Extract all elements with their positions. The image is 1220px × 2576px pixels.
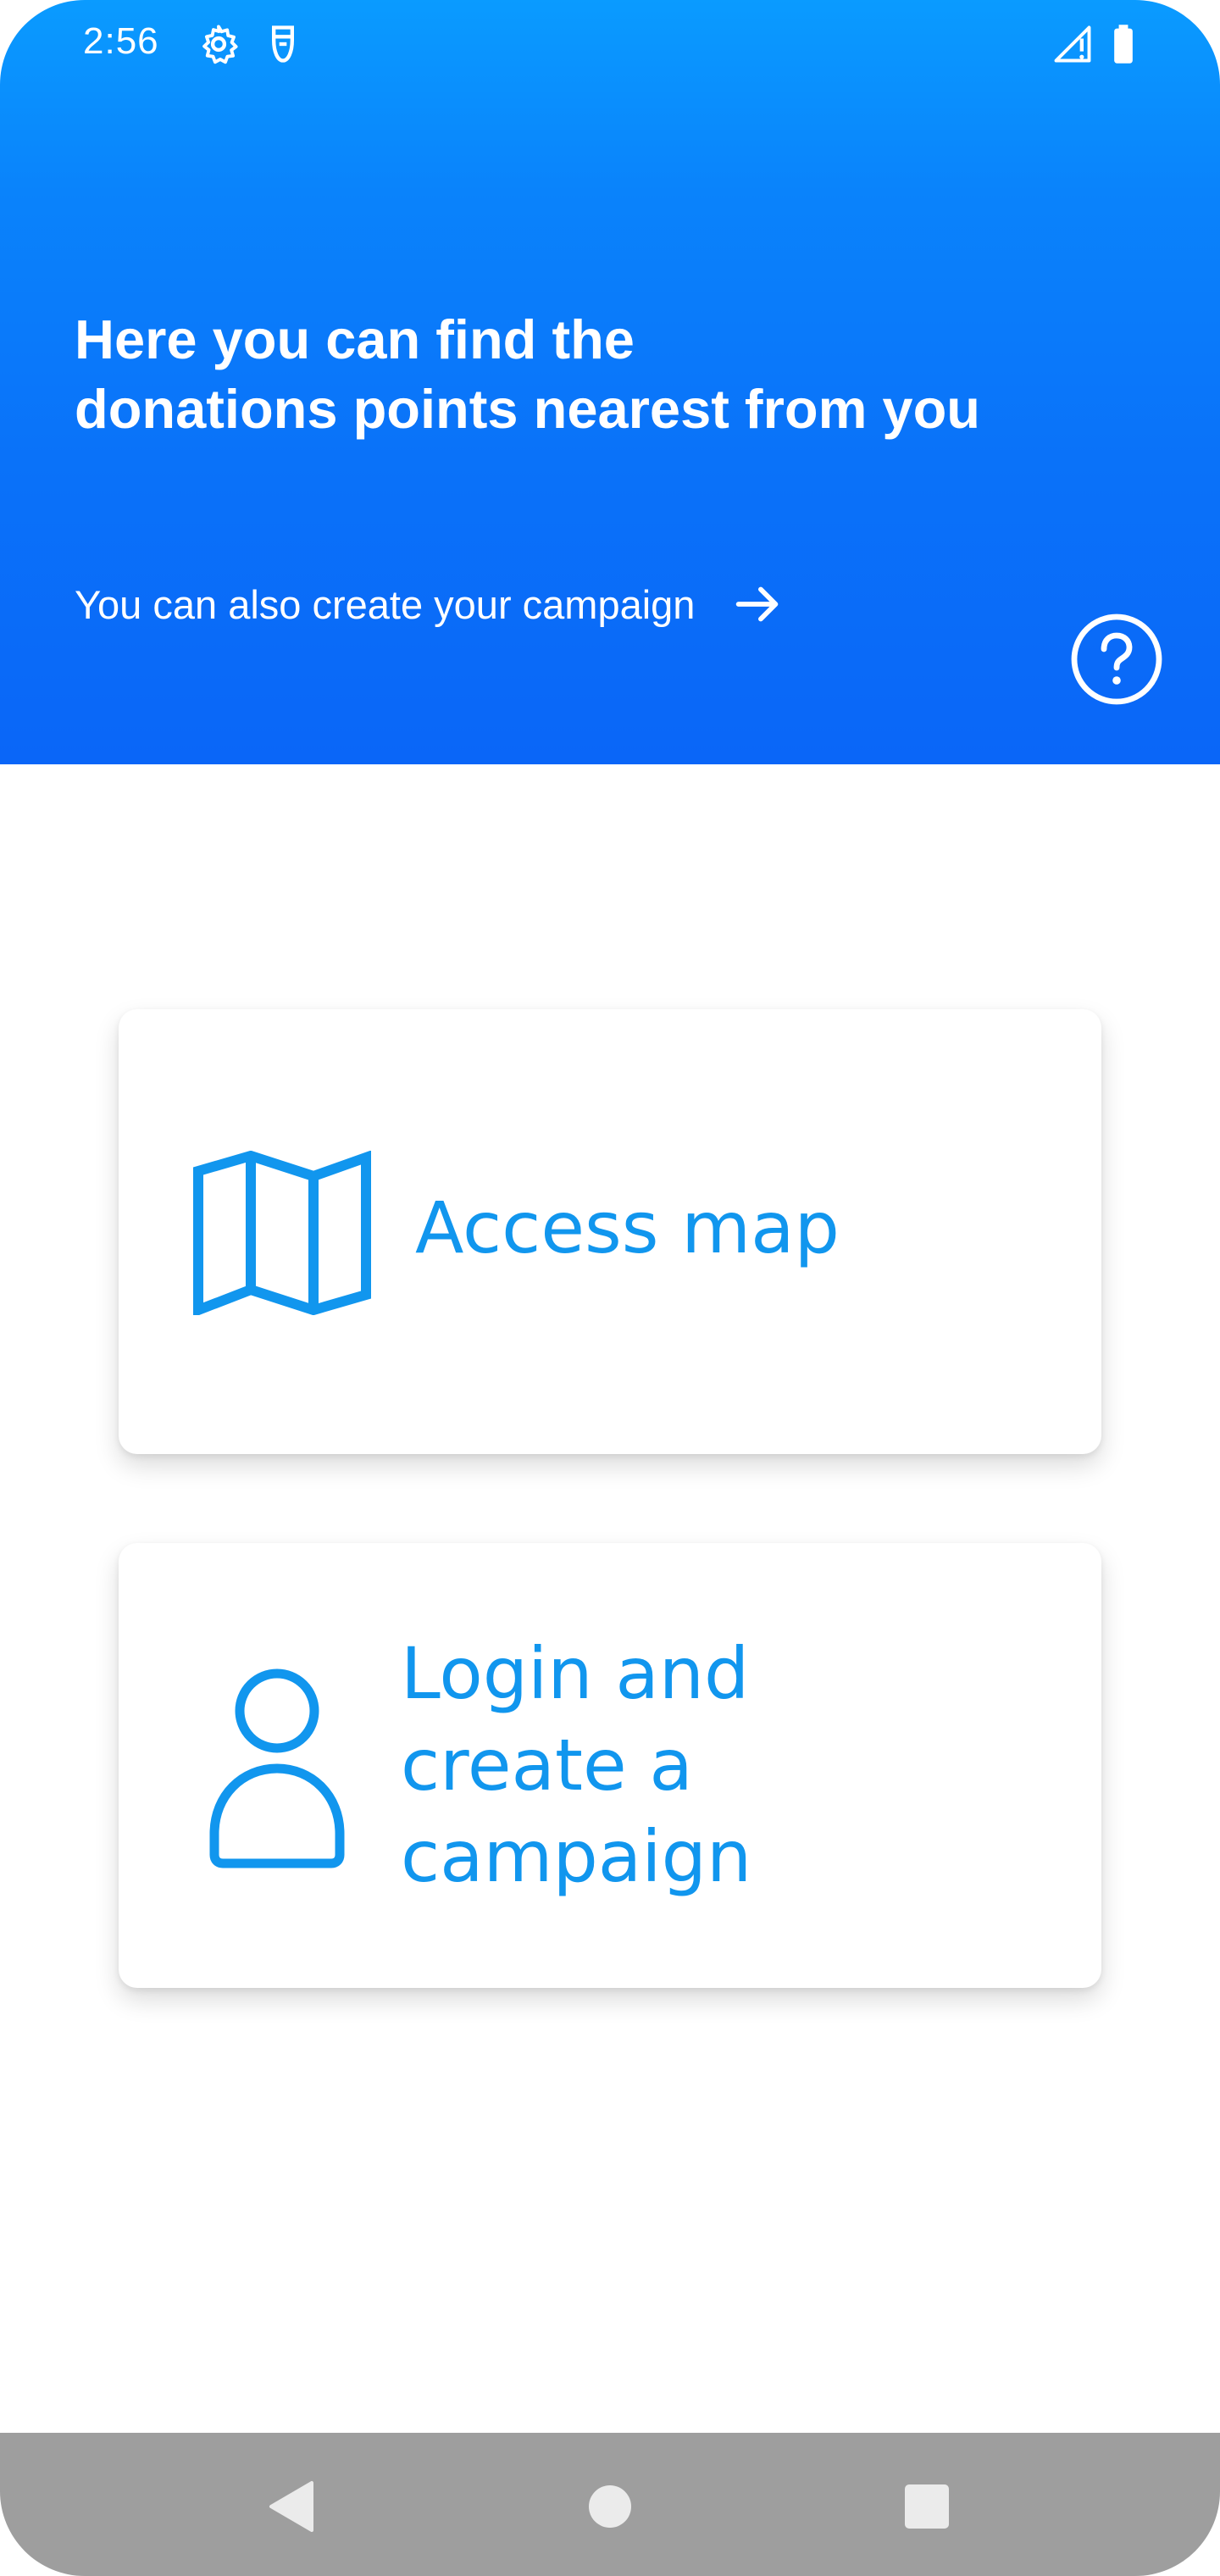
hero-title-line-1: Here you can find the: [75, 308, 635, 370]
sim-card-icon: [272, 25, 294, 63]
hero-title-line-2: donations points nearest from you: [75, 378, 980, 440]
home-circle-icon: [589, 2485, 631, 2528]
map-icon: [193, 1151, 371, 1315]
app-screen: 2:56 Here you can find the donations poi…: [0, 0, 1220, 2576]
battery-icon: [1114, 25, 1133, 64]
back-button[interactable]: [259, 2474, 324, 2539]
arrow-right-icon: [736, 586, 779, 622]
status-time: 2:56: [83, 20, 159, 62]
question-circle-icon: [1071, 613, 1162, 705]
help-button[interactable]: [1069, 612, 1164, 707]
login-create-campaign-card[interactable]: Login and create a campaign: [119, 1543, 1101, 1988]
home-button[interactable]: [578, 2474, 642, 2539]
user-icon: [209, 1668, 345, 1868]
access-map-card[interactable]: Access map: [119, 1009, 1101, 1454]
signal-icon: [1054, 25, 1091, 63]
recents-square-icon: [905, 2484, 949, 2529]
gear-icon: [202, 25, 238, 64]
back-triangle-icon: [269, 2481, 313, 2532]
status-bar: 2:56: [0, 0, 1220, 88]
hero-title: Here you can find the donations points n…: [75, 305, 1091, 444]
create-campaign-link[interactable]: You can also create your campaign: [75, 566, 788, 642]
recents-button[interactable]: [895, 2474, 959, 2539]
login-create-campaign-label: Login and create a campaign: [401, 1632, 752, 1898]
access-map-label: Access map: [415, 1186, 840, 1269]
create-campaign-link-text: You can also create your campaign: [75, 581, 696, 627]
hero-banner: 2:56 Here you can find the donations poi…: [0, 0, 1220, 764]
